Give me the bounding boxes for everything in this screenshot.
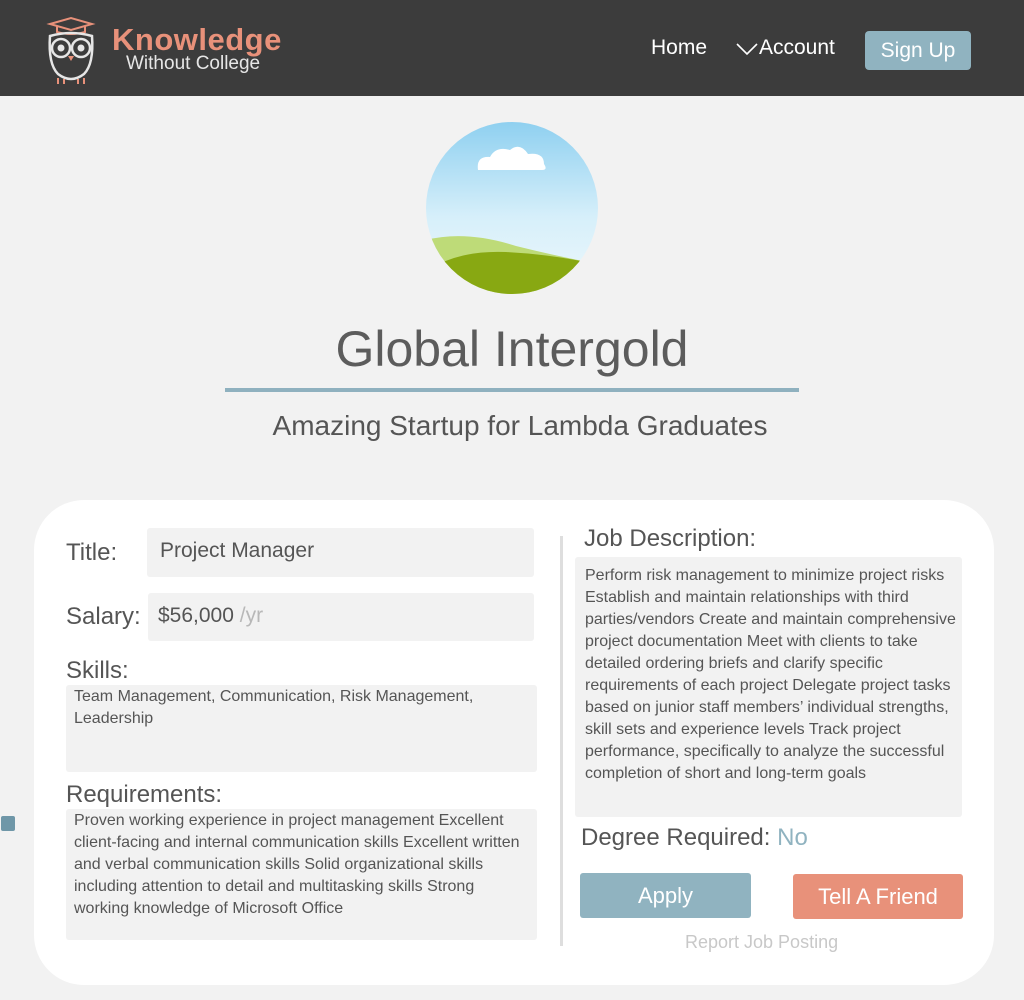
report-job-posting-link[interactable]: Report Job Posting — [685, 932, 838, 953]
tell-a-friend-button[interactable]: Tell A Friend — [793, 874, 963, 919]
salary-value: $56,000 /yr — [158, 604, 263, 628]
nav-home-link[interactable]: Home — [651, 36, 707, 60]
nav-account-label: Account — [759, 36, 835, 59]
company-avatar — [426, 122, 598, 294]
salary-field: $56,000 /yr — [148, 593, 534, 641]
side-drawer-handle[interactable] — [1, 816, 15, 831]
requirements-value: Proven working experience in project man… — [74, 812, 520, 917]
skills-field: Team Management, Communication, Risk Man… — [66, 685, 537, 772]
degree-required: Degree Required: No — [581, 824, 808, 852]
salary-amount: $56,000 — [158, 604, 234, 627]
site-logo[interactable]: Knowledge Without College — [44, 16, 304, 86]
company-name: Global Intergold — [335, 321, 689, 377]
logo-subtitle: Without College — [126, 53, 261, 74]
degree-required-label: Degree Required: — [581, 824, 771, 851]
top-navbar: Knowledge Without College Home Account S… — [0, 0, 1024, 96]
salary-label: Salary: — [66, 603, 141, 630]
requirements-label: Requirements: — [66, 781, 223, 808]
chevron-down-icon — [736, 43, 758, 56]
company-tagline: Amazing Startup for Lambda Graduates — [272, 410, 768, 441]
nav-account-dropdown[interactable]: Account — [735, 36, 835, 60]
salary-unit: /yr — [239, 604, 264, 627]
skills-label: Skills: — [66, 657, 129, 684]
owl-logo-icon — [46, 16, 96, 84]
column-separator — [560, 536, 563, 946]
job-description-label: Job Description: — [584, 525, 757, 552]
apply-button[interactable]: Apply — [580, 873, 751, 918]
job-description-value: Perform risk management to minimize proj… — [585, 567, 956, 782]
degree-required-value: No — [777, 824, 808, 851]
job-description-field: Perform risk management to minimize proj… — [575, 557, 962, 817]
title-label: Title: — [66, 539, 118, 566]
landscape-placeholder-icon — [426, 122, 598, 294]
sign-up-button[interactable]: Sign Up — [865, 31, 971, 70]
skills-value: Team Management, Communication, Risk Man… — [74, 688, 474, 727]
requirements-field: Proven working experience in project man… — [66, 809, 537, 940]
title-divider — [225, 388, 799, 392]
title-field: Project Manager — [147, 528, 534, 577]
title-value: Project Manager — [160, 539, 315, 562]
